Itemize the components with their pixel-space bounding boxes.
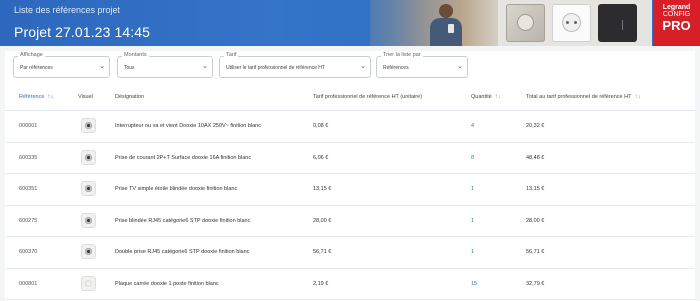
legrand-config-pro-logo: Legrand CONFIG PRO bbox=[653, 0, 700, 46]
designation-cell: Double prise RJ45 catégorie6 STP dooxie … bbox=[115, 249, 250, 255]
sort-icon: ↑↓ bbox=[634, 94, 641, 100]
page-subtitle: Liste des références projet bbox=[14, 5, 121, 15]
unit-price-cell: 28,00 € bbox=[313, 217, 332, 224]
tariff-select-value: Utiliser le tarif professionnel de référ… bbox=[226, 65, 325, 71]
switch-product-image bbox=[506, 4, 545, 42]
reference-cell: 600351 bbox=[19, 186, 38, 192]
designation-cell: Prise blindée RJ45 catégorie6 STP dooxie… bbox=[115, 217, 251, 224]
tariff-select-label: Tarif bbox=[224, 52, 239, 58]
references-panel: Affichage Par références ⌄ Montants Tous… bbox=[5, 51, 695, 301]
table-row[interactable]: 600370 Double prise RJ45 catégorie6 STP … bbox=[5, 237, 695, 269]
socket-product-image bbox=[552, 4, 591, 42]
column-reference[interactable]: Référence ↑↓ bbox=[19, 94, 53, 100]
reference-cell: 000801 bbox=[19, 280, 38, 287]
designation-cell: Plaque carrée dooxie 1 poste finition bl… bbox=[115, 280, 219, 287]
column-unit-price: Tarif professionnel de référence HT (uni… bbox=[313, 94, 423, 100]
unit-price-cell: 0,08 € bbox=[313, 123, 329, 129]
amounts-select-label: Montants bbox=[122, 52, 149, 58]
socket-thumbnail-icon bbox=[82, 150, 95, 164]
table-row[interactable]: 600335 Prise de courant 2P+T Surface doo… bbox=[5, 143, 695, 174]
reference-cell: 600370 bbox=[19, 249, 38, 255]
unit-price-cell: 56,71 € bbox=[313, 249, 332, 255]
unit-price-cell: 2,19 € bbox=[313, 280, 329, 287]
reference-cell: 600275 bbox=[19, 217, 38, 224]
column-designation: Désignation bbox=[115, 94, 145, 100]
display-select-value: Par références bbox=[20, 65, 53, 71]
quantity-cell[interactable]: 1 bbox=[471, 186, 474, 192]
table-row[interactable]: 000001 Interrupteur ou va et vient Dooxi… bbox=[5, 111, 695, 143]
total-cell: 13,15 € bbox=[526, 186, 545, 192]
plate-thumbnail-icon bbox=[82, 276, 95, 290]
amounts-select[interactable]: Montants Tous ⌄ bbox=[117, 52, 213, 78]
person-image bbox=[428, 4, 464, 46]
reference-cell: 000001 bbox=[19, 123, 38, 129]
column-quantity[interactable]: Quantité ↑↓ bbox=[471, 94, 501, 100]
designation-cell: Prise TV simple étoile blindée dooxie fi… bbox=[115, 186, 238, 192]
total-cell: 56,71 € bbox=[526, 249, 545, 255]
sort-icon: ↑↓ bbox=[47, 94, 54, 100]
chevron-down-icon: ⌄ bbox=[360, 63, 366, 70]
total-cell: 48,48 € bbox=[526, 154, 545, 161]
tariff-select[interactable]: Tarif Utiliser le tarif professionnel de… bbox=[219, 52, 371, 78]
quantity-cell[interactable]: 4 bbox=[471, 123, 474, 129]
tv-socket-thumbnail-icon bbox=[82, 182, 95, 195]
table-row[interactable]: 600351 Prise TV simple étoile blindée do… bbox=[5, 174, 695, 206]
table-row[interactable]: 000801 Plaque carrée dooxie 1 poste fini… bbox=[5, 269, 695, 300]
quantity-cell[interactable]: 1 bbox=[471, 249, 474, 255]
display-select[interactable]: Affichage Par références ⌄ bbox=[13, 52, 110, 78]
amounts-select-value: Tous bbox=[124, 65, 135, 71]
sort-select-label: Trier la liste par bbox=[381, 52, 423, 58]
unit-price-cell: 6,06 € bbox=[313, 154, 329, 161]
sort-select[interactable]: Trier la liste par Références ⌄ bbox=[376, 52, 468, 78]
chevron-down-icon: ⌄ bbox=[202, 63, 208, 70]
page-title: Projet 27.01.23 14:45 bbox=[14, 24, 150, 40]
total-cell: 20,32 € bbox=[526, 123, 545, 129]
switch-thumbnail-icon bbox=[82, 119, 95, 132]
dark-switch-product-image bbox=[598, 4, 637, 42]
header-banner: Liste des références projet Projet 27.01… bbox=[0, 0, 700, 46]
filter-bar: Affichage Par références ⌄ Montants Tous… bbox=[5, 52, 695, 80]
sort-select-value: Références bbox=[383, 65, 409, 71]
display-select-label: Affichage bbox=[18, 52, 45, 58]
quantity-cell[interactable]: 15 bbox=[471, 281, 477, 287]
sort-icon: ↑↓ bbox=[494, 94, 501, 100]
unit-price-cell: 13,15 € bbox=[313, 186, 332, 192]
rj45-thumbnail-icon bbox=[82, 213, 95, 227]
references-table: 000001 Interrupteur ou va et vient Dooxi… bbox=[5, 111, 695, 300]
table-header: Référence ↑↓ Visuel Désignation Tarif pro… bbox=[5, 89, 695, 111]
double-rj45-thumbnail-icon bbox=[82, 245, 95, 258]
reference-cell: 600335 bbox=[19, 154, 38, 161]
column-visual: Visuel bbox=[78, 94, 93, 100]
total-cell: 28,00 € bbox=[526, 217, 545, 224]
chevron-down-icon: ⌄ bbox=[99, 63, 105, 70]
chevron-down-icon: ⌄ bbox=[457, 63, 463, 70]
table-row[interactable]: 600275 Prise blindée RJ45 catégorie6 STP… bbox=[5, 206, 695, 237]
column-total[interactable]: Total au tarif professionnel de référenc… bbox=[526, 94, 640, 100]
total-cell: 32,79 € bbox=[526, 280, 545, 287]
designation-cell: Interrupteur ou va et vient Dooxie 10AX … bbox=[115, 123, 261, 129]
quantity-cell[interactable]: 8 bbox=[471, 155, 474, 161]
quantity-cell[interactable]: 1 bbox=[471, 218, 474, 224]
designation-cell: Prise de courant 2P+T Surface dooxie 16A… bbox=[115, 154, 252, 161]
